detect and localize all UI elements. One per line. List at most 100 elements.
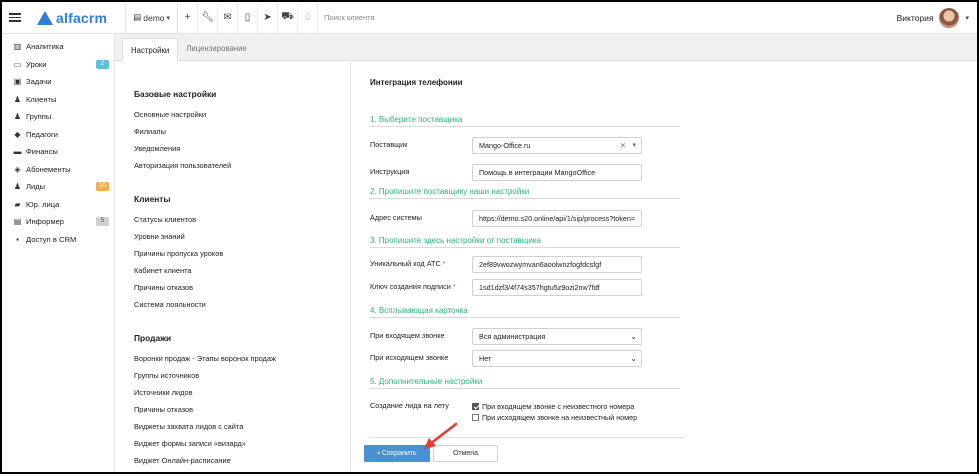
telegram-icon[interactable]: ➤ [258,2,279,34]
sidebar-item-label: Клиенты [26,94,57,104]
calendar-icon: ▭ [13,59,22,69]
nav-link[interactable]: Кабинет клиента [134,266,334,283]
sidebar-item-leads[interactable]: ♟ Лиды 10 [2,178,114,196]
sidebar-item-teachers[interactable]: ◆ Педагоги [2,126,114,144]
checkbox-label: При входящем звонке с неизвестного номер… [482,402,635,411]
nav-link[interactable]: Уведомления [134,144,334,161]
outgoing-call-select[interactable]: Нет ⌄ [472,350,642,367]
phone-icon[interactable]: ▯ [238,2,259,34]
nav-link[interactable]: Система лояльности [134,300,334,317]
chevron-down-icon: ⌄ [630,354,637,363]
nav-link[interactable]: Виджет Онлайн-расписание [134,456,334,472]
branch-selector[interactable]: ▤ demo ▾ [126,12,177,23]
instruction-link[interactable]: Помощь в интеграции MangoOffice [472,164,642,181]
sidebar-item-informer[interactable]: ▤ Информер 5 [2,213,114,231]
nav-group-basic: Базовые настройки Основные настройки Фил… [134,89,334,178]
sidebar-item-legal-entities[interactable]: ▰ Юр. лица [2,196,114,214]
clear-icon[interactable]: ✕ [620,138,626,153]
nav-heading: Клиенты [134,194,171,204]
bell-icon[interactable]: ♢ [298,2,319,34]
nav-link[interactable]: Виджет формы записи «визард» [134,439,334,456]
section-heading: 5. Дополнительные настройки [370,377,680,389]
cart-icon[interactable]: ⛟ [278,2,299,34]
wrench-icon[interactable]: 🔧︎ [198,2,219,34]
leads-count-badge: 10 [96,182,109,192]
mail-icon[interactable]: ✉ [218,2,239,34]
top-bar: alfacrm ▤ demo ▾ + 🔧︎ ✉ ▯ ➤ ⛟ ♢ Виктория… [2,2,977,34]
sidebar: ▥ Аналитика ▭ Уроки 2 ▣ Задачи ♟ Клиенты… [2,34,115,472]
search-input[interactable] [324,13,485,22]
tasks-icon: ▣ [13,77,22,87]
provider-label: Поставщик [370,140,408,149]
user-menu[interactable]: Виктория ▾ [896,7,969,28]
incoming-call-select[interactable]: Вся администрация ⌄ [472,328,642,345]
divider [350,61,351,472]
sidebar-item-lessons[interactable]: ▭ Уроки 2 [2,56,114,74]
system-address-label: Адрес системы [370,213,422,222]
nav-link[interactable]: Виджеты захвата лидов с сайта [134,422,334,439]
save-button-label: Сохранить [381,450,417,457]
sidebar-item-analytics[interactable]: ▥ Аналитика [2,38,114,56]
checkbox-unchecked-icon [472,414,479,421]
incoming-unknown-checkbox[interactable]: При входящем звонке с неизвестного номер… [472,402,634,411]
tab-settings[interactable]: Настройки [122,38,179,61]
logo-text: alfacrm [56,9,108,26]
section-heading: 3. Пропишите здесь настройки от поставщи… [370,236,680,248]
nav-link[interactable]: Филиалы [134,127,334,144]
menu-icon[interactable] [9,13,21,22]
sidebar-item-label: Группы [26,112,52,122]
nav-group-clients: Клиенты Статусы клиентов Уровни знаний П… [134,194,334,317]
sidebar-item-groups[interactable]: ♟ Группы [2,108,114,126]
user-plus-icon: ♟ [13,182,22,192]
plus-icon[interactable]: + [178,2,199,34]
sidebar-item-tasks[interactable]: ▣ Задачи [2,73,114,91]
system-address-field[interactable]: https://demo.s20.online/api/1/sip/proces… [472,210,642,227]
signature-key-field[interactable]: 1sd1dzf3/4f74s357hgtu5z9ozi2nw7fdf [472,279,642,296]
tab-licensing[interactable]: Лицензирование [178,37,254,60]
nav-link[interactable]: Группы источников [134,371,334,388]
nav-link[interactable]: Источники лидов [134,388,334,405]
sidebar-item-finance[interactable]: ▬ Финансы [2,143,114,161]
provider-select[interactable]: Mango-Office.ru ✕ ▾ [472,137,642,154]
sidebar-item-label: Абонементы [26,164,71,174]
page-title: Интеграция телефонии [370,78,463,87]
nav-heading: Базовые настройки [134,89,217,99]
chevron-down-icon: ▾ [166,14,171,22]
settings-nav: Базовые настройки Основные настройки Фил… [134,89,334,472]
sidebar-item-label: Информер [26,217,65,227]
nav-link[interactable]: Статусы клиентов [134,215,334,232]
sidebar-item-label: Лиды [26,182,46,192]
instruction-label: Инструкция [370,167,410,176]
ats-code-field[interactable]: 2ef89vwozwymvan6aoolwnzfogfdcsfgf [472,256,642,273]
inbox-icon: ▤ [13,217,22,227]
nav-link[interactable]: Причины отказов [134,283,334,300]
nav-link[interactable]: Авторизация пользователей [134,161,334,178]
nav-link[interactable]: Причины пропуска уроков [134,249,334,266]
sidebar-item-crm-access[interactable]: ▪ Доступ в CRM [2,231,114,249]
lock-icon: ▪ [16,234,19,244]
nav-link[interactable]: Основные настройки [134,110,334,127]
required-mark: * [442,259,446,268]
section-heading: 4. Всплывающая карточка [370,306,680,318]
provider-value: Mango-Office.ru [479,141,531,150]
sidebar-item-label: Задачи [26,77,52,87]
outgoing-unknown-checkbox[interactable]: При исходящем звонке на неизвестный номе… [472,413,637,422]
incoming-call-value: Вся администрация [479,332,546,341]
telephony-form: Интеграция телефонии 1. Выберите поставщ… [364,61,895,472]
analytics-icon: ▥ [13,42,22,52]
logo[interactable]: alfacrm [37,10,107,26]
nav-link[interactable]: Воронки продаж - Этапы воронок продаж [134,354,334,371]
chevron-down-icon: ▾ [632,142,636,149]
user-name: Виктория [896,12,934,23]
cancel-button[interactable]: Отмена [433,445,498,462]
sidebar-item-clients[interactable]: ♟ Клиенты [2,91,114,109]
branch-label: demo [143,12,165,23]
save-button[interactable]: ▪ Сохранить [364,445,430,462]
lessons-count-badge: 2 [96,59,109,69]
incoming-call-label: При входящем звонке [370,331,445,340]
sidebar-item-label: Финансы [26,147,58,157]
sidebar-item-label: Аналитика [26,42,64,52]
nav-link[interactable]: Причины отказов [134,405,334,422]
nav-link[interactable]: Уровни знаний [134,232,334,249]
sidebar-item-subscriptions[interactable]: ◈ Абонементы [2,161,114,179]
